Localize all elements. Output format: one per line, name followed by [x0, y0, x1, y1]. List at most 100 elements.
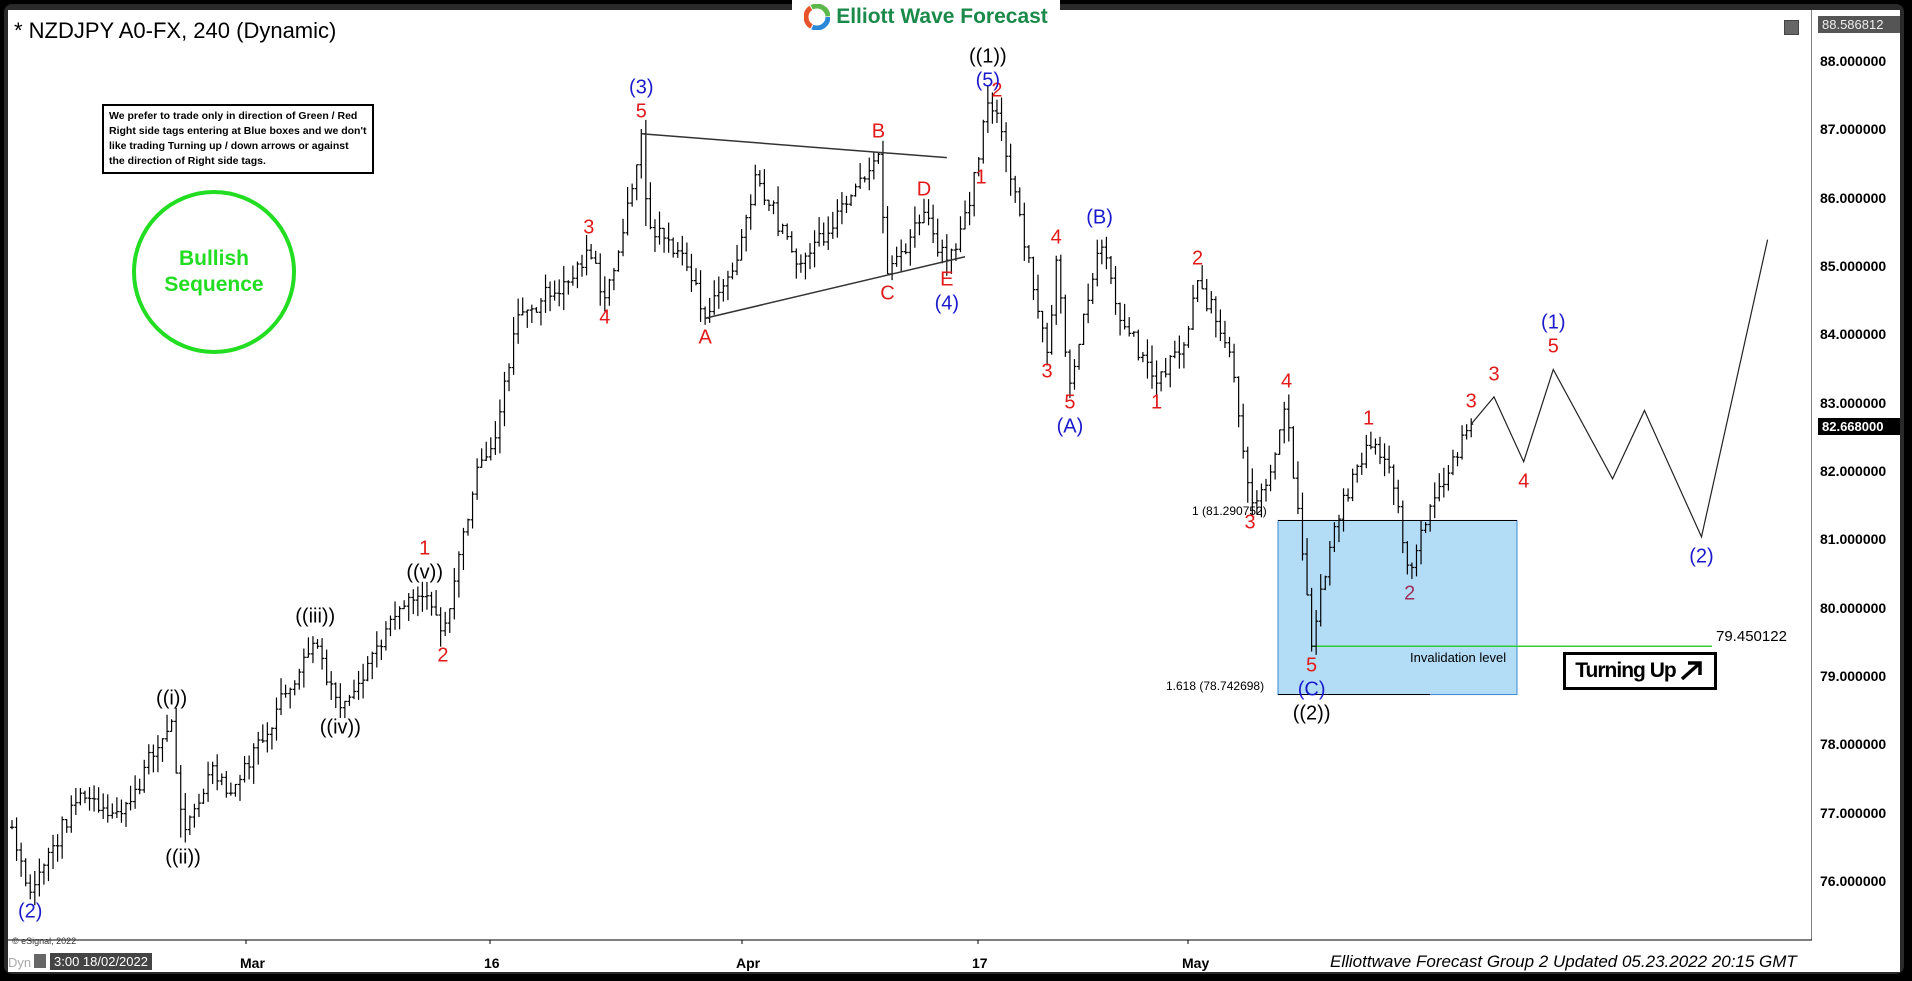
ohlc-bar	[279, 678, 284, 716]
time-tick-label: 16	[484, 955, 500, 971]
ohlc-bar	[1131, 331, 1136, 337]
price-tick-label: 81.000000	[1820, 531, 1887, 548]
ohlc-bar	[1049, 304, 1054, 355]
ohlc-bar	[37, 858, 42, 897]
ohlc-bar	[41, 863, 46, 885]
ohlc-bar	[397, 606, 402, 630]
ohlc-bar	[798, 254, 803, 273]
wave-label: (2)	[18, 900, 43, 923]
ohlc-bar	[1086, 283, 1091, 324]
ohlc-bar	[1095, 239, 1100, 287]
ohlc-bar	[1031, 256, 1036, 301]
ohlc-bar	[725, 270, 730, 301]
wave-label: 4	[599, 306, 611, 329]
ohlc-bar	[470, 491, 475, 529]
ohlc-bar	[28, 874, 33, 900]
ohlc-bar	[1346, 488, 1351, 502]
ohlc-bar	[365, 656, 370, 682]
ohlc-bar	[370, 651, 375, 680]
wave-label: ((ii))	[165, 846, 201, 869]
ohlc-bar	[1122, 303, 1127, 330]
ohlc-bar	[580, 254, 584, 277]
ohlc-bar	[374, 631, 379, 668]
wave-label: ((iii))	[295, 605, 336, 628]
projection-wave-label: 5	[1547, 335, 1559, 358]
wave-label: 3	[1465, 390, 1477, 413]
ohlc-bar	[657, 211, 662, 245]
ohlc-bar	[383, 621, 388, 651]
ohlc-bar	[434, 590, 439, 616]
ohlc-bar	[1291, 426, 1296, 479]
ohlc-bar	[698, 270, 703, 323]
ohlc-bar	[14, 817, 19, 861]
ohlc-bar	[1350, 468, 1355, 502]
chart-title: * NZDJPY A0-FX, 240 (Dynamic)	[14, 18, 337, 43]
ohlc-bar	[1455, 452, 1460, 467]
ohlc-bar	[233, 783, 238, 797]
ohlc-bar	[87, 787, 92, 811]
ohlc-bar	[352, 679, 356, 700]
ohlc-bar	[1127, 317, 1132, 337]
badge-line-1: Bullish	[178, 247, 249, 270]
wave-label: 4	[1280, 370, 1293, 393]
price-tick-label: 77.000000	[1820, 804, 1887, 821]
ohlc-bar	[1026, 245, 1031, 263]
price-tick-label: 84.000000	[1820, 326, 1887, 343]
ohlc-bar	[456, 551, 461, 598]
ohlc-bar	[228, 782, 233, 796]
window-restore-icon[interactable]	[1784, 20, 1799, 35]
wave-label: C	[880, 282, 895, 305]
ohlc-bar	[803, 252, 808, 280]
ohlc-bar	[256, 731, 261, 765]
ohlc-bar	[1013, 175, 1018, 203]
ohlc-bar	[621, 218, 626, 257]
ohlc-bar	[652, 219, 657, 253]
wave-label: 5	[1064, 391, 1076, 414]
wave-label: ((v))	[406, 561, 443, 584]
price-tick-label: 82.000000	[1820, 462, 1887, 479]
brand-swirl-icon	[804, 4, 831, 30]
ohlc-bar	[1145, 339, 1150, 379]
price-tick-label: 86.000000	[1820, 189, 1887, 206]
ohlc-bar	[1364, 434, 1369, 469]
ohlc-bar	[912, 206, 917, 248]
ohlc-bar	[849, 194, 854, 207]
ohlc-bar	[1213, 296, 1218, 338]
ohlc-bar	[1168, 355, 1173, 388]
ohlc-bar	[552, 280, 557, 301]
ohlc-bar	[1017, 187, 1022, 217]
ohlc-bar	[771, 200, 776, 215]
ohlc-bar	[260, 724, 265, 743]
ohlc-bar	[867, 157, 872, 191]
ohlc-bar	[1277, 429, 1282, 455]
ohlc-bar	[794, 248, 799, 279]
ohlc-bar	[885, 206, 890, 275]
ohlc-bar	[931, 204, 936, 244]
ohlc-bar	[817, 217, 822, 247]
ohlc-bar	[51, 834, 56, 869]
ohlc-bar	[880, 140, 885, 234]
ohlc-bar	[274, 697, 279, 741]
ohlc-bar	[1072, 359, 1077, 390]
ohlc-bar	[1081, 313, 1086, 345]
brand-logo: Elliott Wave Forecast	[792, 0, 1060, 34]
ohlc-bar	[1058, 254, 1063, 314]
ohlc-bar	[1222, 320, 1227, 348]
wave-label: ((2))	[1292, 702, 1331, 725]
ohlc-bar	[566, 280, 571, 295]
ohlc-bar	[361, 663, 366, 699]
ohlc-bar	[133, 775, 138, 809]
ohlc-bar	[908, 229, 913, 266]
lock-icon[interactable]	[34, 954, 46, 968]
ohlc-bar	[1063, 294, 1068, 357]
ohlc-bar	[639, 129, 644, 179]
wave-label: 3	[583, 216, 595, 239]
ohlc-bar	[201, 788, 206, 804]
dyn-label: Dyn	[8, 955, 32, 970]
ohlc-bar	[625, 187, 630, 236]
wave-label: ((1))	[968, 45, 1007, 68]
price-axis[interactable]: 88.586812 82.668000 88.000000 87.000000 86…	[1812, 10, 1900, 950]
ohlc-bar	[1450, 449, 1455, 476]
wave-label: B	[871, 120, 886, 143]
ohlc-bar	[1368, 431, 1373, 450]
